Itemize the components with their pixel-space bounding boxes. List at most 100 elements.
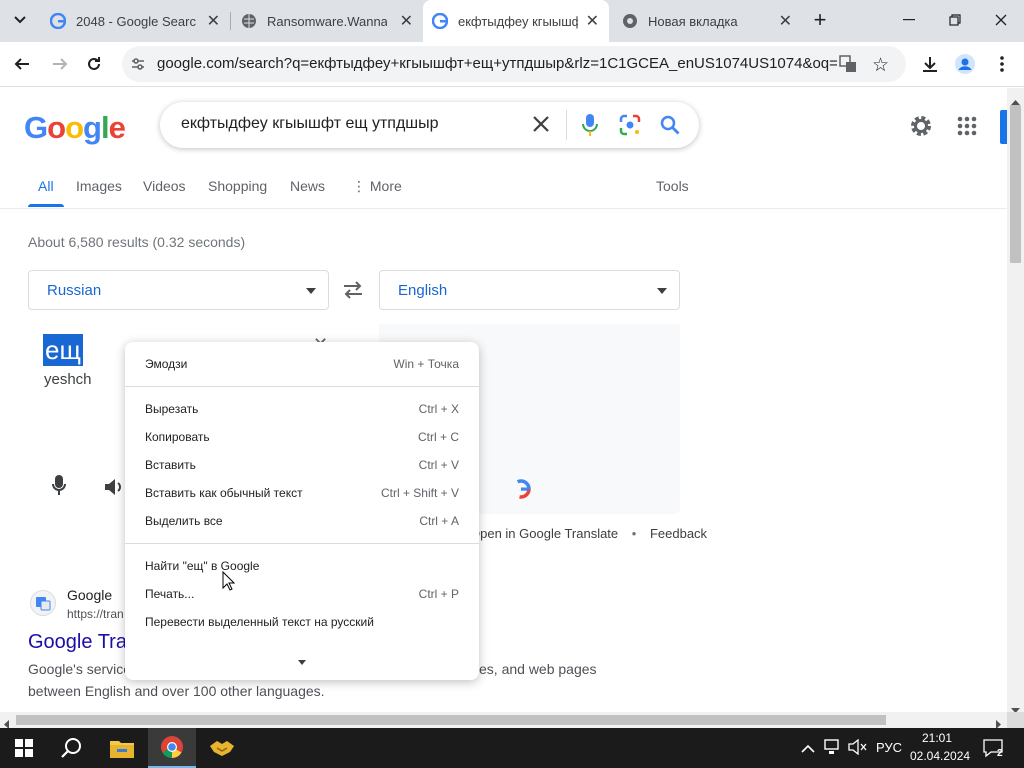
result-site-name[interactable]: Google: [67, 587, 112, 603]
tab-close-icon[interactable]: ✕: [586, 11, 599, 31]
back-arrow-icon[interactable]: [8, 50, 36, 78]
tools-button[interactable]: Tools: [656, 178, 689, 194]
feedback-link[interactable]: Feedback: [650, 526, 707, 541]
taskbar-search-icon[interactable]: [48, 728, 96, 768]
open-in-translate-link[interactable]: Open in Google Translate: [470, 526, 618, 541]
result-url[interactable]: https://tran: [67, 607, 124, 621]
close-window-button[interactable]: [978, 0, 1024, 40]
search-query-text[interactable]: екфтыдфеу кгыышфт ещ утпдшыр: [181, 115, 439, 133]
scrollbar-corner: [1007, 712, 1024, 728]
vertical-scroll-thumb[interactable]: [1010, 105, 1021, 263]
tab-close-icon[interactable]: ✕: [779, 11, 792, 31]
clock-time[interactable]: 21:01: [922, 731, 952, 745]
file-explorer-icon[interactable]: [98, 728, 146, 768]
network-icon[interactable]: [824, 739, 842, 760]
tab-strip: 2048 - Google Search ✕ Ransomware.WannaC…: [0, 0, 1024, 42]
horizontal-scrollbar[interactable]: [0, 712, 1007, 729]
google-apps-grid-icon[interactable]: [957, 116, 977, 141]
search-magnifier-icon[interactable]: [660, 115, 680, 140]
menu-label: Перевести выделенный текст на русский: [145, 615, 374, 629]
address-bar[interactable]: google.com/search?q=екфтыдфеу+кгыышфт+ещ…: [122, 46, 906, 82]
restore-button[interactable]: [932, 0, 978, 40]
menu-label: Печать...: [145, 587, 195, 601]
menu-item-paste[interactable]: Вставить Ctrl + V: [145, 453, 459, 477]
tab-more[interactable]: ⋮ More: [352, 178, 402, 195]
menu-shortcut: Ctrl + X: [418, 402, 459, 416]
show-hidden-icons-chevron-icon[interactable]: [801, 740, 815, 758]
url-text: google.com/search?q=екфтыдфеу+кгыышфт+ещ…: [157, 55, 837, 72]
tab-shopping[interactable]: Shopping: [208, 178, 267, 194]
tab-close-icon[interactable]: ✕: [400, 11, 413, 31]
menu-item-copy[interactable]: Копировать Ctrl + C: [145, 425, 459, 449]
bookmark-star-icon[interactable]: ☆: [872, 54, 889, 77]
source-mic-icon[interactable]: [52, 475, 66, 500]
reload-icon[interactable]: [80, 50, 108, 78]
menu-expand-more-icon[interactable]: [298, 654, 306, 668]
forward-arrow-icon[interactable]: [46, 50, 74, 78]
tab-title: Ransomware.WannaCr: [267, 13, 387, 29]
source-language-select[interactable]: Russian: [28, 270, 329, 310]
menu-item-emoji[interactable]: Эмодзи Win + Точка: [145, 352, 459, 376]
result-snippet-line2: between English and over 100 other langu…: [28, 683, 325, 699]
result-title-link[interactable]: Google Tra: [28, 631, 127, 654]
menu-item-paste-plain[interactable]: Вставить как обычный текст Ctrl + Shift …: [145, 481, 459, 505]
tab-title: 2048 - Google Search: [76, 13, 196, 29]
context-menu: Эмодзи Win + Точка Вырезать Ctrl + X Коп…: [125, 342, 479, 680]
menu-item-select-all[interactable]: Выделить все Ctrl + A: [145, 509, 459, 533]
tab-ransomware[interactable]: Ransomware.WannaCr ✕: [231, 0, 423, 42]
settings-gear-icon[interactable]: [909, 114, 933, 143]
chrome-taskbar-icon[interactable]: [148, 728, 196, 768]
site-info-icon[interactable]: [130, 56, 146, 77]
volume-muted-icon[interactable]: [848, 738, 868, 760]
horizontal-scroll-thumb[interactable]: [16, 715, 886, 725]
download-icon[interactable]: [916, 50, 944, 78]
menu-item-search-google[interactable]: Найти "ещ" в Google: [145, 554, 459, 578]
menu-item-translate[interactable]: Перевести выделенный текст на русский: [145, 610, 459, 634]
results-stats: About 6,580 results (0.32 seconds): [28, 234, 246, 250]
tab-new-tab[interactable]: Новая вкладка ✕: [610, 0, 802, 42]
listen-speaker-icon[interactable]: [104, 478, 126, 501]
target-language-select[interactable]: English: [379, 270, 680, 310]
transliteration-text: yeshch: [44, 371, 92, 388]
browser-toolbar: google.com/search?q=екфтыдфеу+кгыышфт+ещ…: [0, 42, 1024, 87]
tab-close-icon[interactable]: ✕: [207, 11, 220, 31]
notification-count-badge: 2: [997, 748, 1003, 759]
minimize-button[interactable]: [886, 0, 932, 40]
clock-date[interactable]: 02.04.2024: [910, 749, 970, 763]
menu-shortcut: Ctrl + C: [417, 430, 459, 444]
input-language-indicator[interactable]: РУС: [876, 740, 902, 755]
tab-videos[interactable]: Videos: [143, 178, 186, 194]
menu-item-cut[interactable]: Вырезать Ctrl + X: [145, 397, 459, 421]
new-tab-plus-icon[interactable]: +: [806, 6, 834, 34]
tab-search-dropdown-icon[interactable]: [6, 6, 34, 34]
menu-separator: [125, 386, 479, 387]
menu-label: Вставить как обычный текст: [145, 486, 303, 500]
tab-current-search[interactable]: екфтыдфеу кгыышфт ✕: [423, 0, 609, 42]
google-lens-icon[interactable]: [619, 114, 641, 141]
windows-taskbar: РУС 21:01 02.04.2024 2: [0, 728, 1024, 768]
clear-search-icon[interactable]: [532, 115, 550, 138]
search-box[interactable]: екфтыдфеу кгыышфт ещ утпдшыр: [160, 102, 699, 148]
translate-footer: Open in Google Translate • Feedback: [470, 526, 707, 541]
tab-2048-search[interactable]: 2048 - Google Search ✕: [36, 0, 230, 42]
google-g-icon: [510, 478, 532, 505]
menu-shortcut: Ctrl + Shift + V: [380, 486, 459, 500]
swap-languages-icon[interactable]: [343, 281, 363, 304]
google-logo[interactable]: Google: [24, 110, 126, 146]
menu-item-print[interactable]: Печать... Ctrl + P: [145, 582, 459, 606]
globe-favicon-icon: [241, 13, 257, 29]
tab-title: екфтыдфеу кгыышфт: [458, 13, 578, 29]
tab-images[interactable]: Images: [76, 178, 122, 194]
tab-all[interactable]: All: [38, 178, 54, 194]
dot-separator: •: [631, 526, 637, 541]
tab-news[interactable]: News: [290, 178, 325, 194]
handshake-app-icon[interactable]: [198, 728, 246, 768]
source-text-selected[interactable]: ещ: [43, 334, 83, 366]
translate-site-favicon-icon: [30, 590, 56, 616]
profile-avatar-icon[interactable]: [951, 50, 979, 78]
start-button[interactable]: [0, 728, 48, 768]
chrome-menu-kebab-icon[interactable]: [988, 50, 1016, 78]
vertical-scrollbar[interactable]: [1000, 88, 1024, 713]
voice-search-mic-icon[interactable]: [582, 113, 598, 142]
translate-page-icon[interactable]: [839, 55, 857, 78]
